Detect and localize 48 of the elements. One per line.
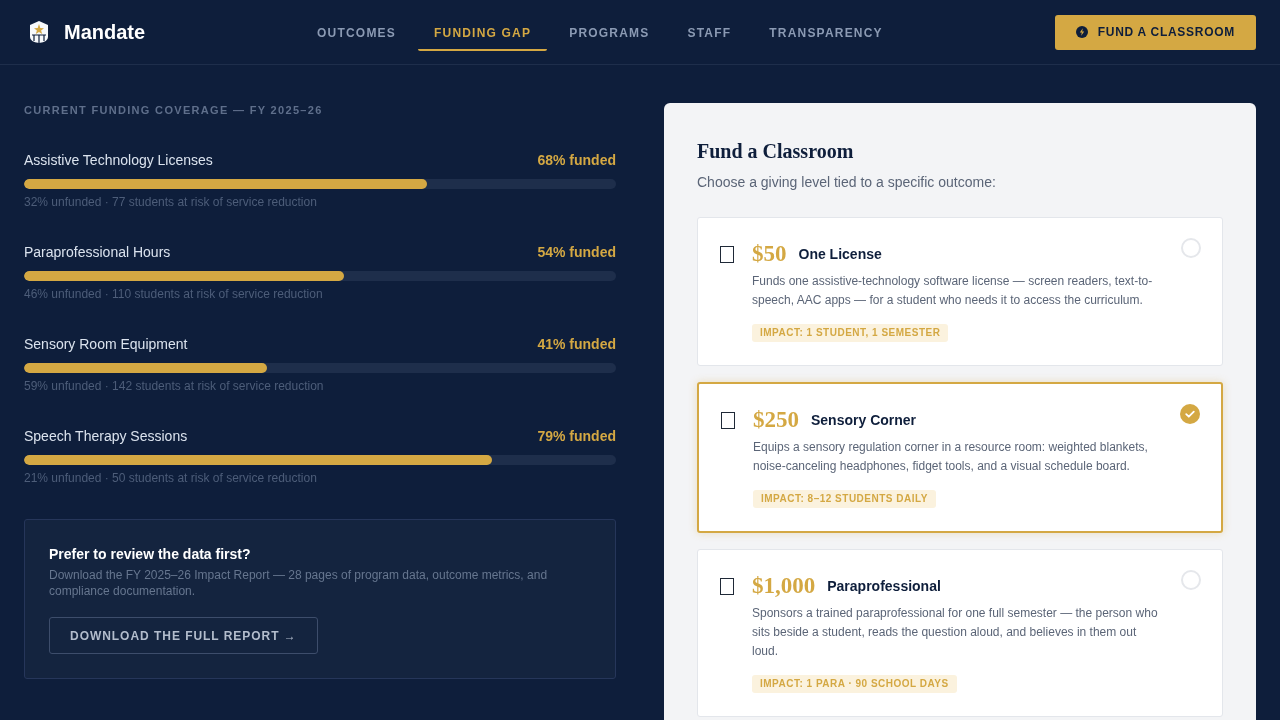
report-title: Prefer to review the data first? [49,545,251,564]
impact-tag: IMPACT: 8–12 STUDENTS DAILY [753,490,936,508]
nav-tab[interactable]: OUTCOMES [301,17,412,51]
funded-percent: 41% funded [537,335,616,354]
fund-classroom-button[interactable]: FUND A CLASSROOM [1054,14,1256,50]
radio-circle-icon[interactable] [1181,570,1201,590]
square-outline-icon [720,578,734,595]
option-description: Equips a sensory regulation corner in a resource room: weighted blankets, noise-canceling headphones, fidget tools, and a visual schedule board. [753,439,1149,475]
funded-percent: 79% funded [537,427,616,446]
giving-option-card[interactable]: $50 One License Funds one assistive-technology software license — screen readers, text-to-speech, AAC apps — for a student who needs it to access the curriculum. IMPACT: 1 STUDENT, 1 SEMESTER [697,217,1223,366]
square-outline-icon [720,246,734,263]
nav-tab[interactable]: TRANSPARENCY [753,17,899,51]
radio-circle-icon[interactable] [1181,238,1201,258]
category-name: Speech Therapy Sessions [24,427,188,446]
logo-icon [28,20,50,44]
giving-option-card[interactable] [697,549,1223,717]
report-description: Download the FY 2025–26 Impact Report — 28 pages of program data, outcome metrics, and compliance documentation. [49,567,549,599]
option-price: $50 [752,240,787,268]
panel-subtitle: Choose a giving level tied to a specific outcome: [697,173,997,191]
bolt-icon [1075,26,1088,38]
funded-percent: 68% funded [537,151,616,170]
option-description: Funds one assistive-technology software license — screen readers, text-to-speech, AAC apps — for a student who needs it to access the curriculum. [752,273,1154,309]
option-name: Paraprofessional [827,577,941,596]
option-price: $250 [753,406,799,434]
category-name: Assistive Technology Licenses [24,151,213,170]
download-report-button[interactable]: DOWNLOAD THE FULL REPORT → [49,617,318,654]
option-name: Sensory Corner [811,411,917,430]
unfunded-note: 46% unfunded · 110 students at risk of service reduction [24,286,324,302]
option-name: One License [798,245,882,264]
nav-tab[interactable]: STAFF [671,17,748,51]
impact-tag: IMPACT: 1 STUDENT, 1 SEMESTER [752,324,949,342]
brand-name[interactable]: Mandate [64,18,146,46]
funded-percent: 54% funded [537,243,616,262]
category-name: Sensory Room Equipment [24,335,188,354]
square-outline-icon [721,412,735,429]
unfunded-note: 32% unfunded · 77 students at risk of service reduction [24,194,318,210]
option-description: Sponsors a trained paraprofessional for one full semester — the person who sits beside a student, reads the question aloud, and believes in them out loud. [752,605,1159,660]
nav-tab[interactable]: PROGRAMS [553,17,666,51]
unfunded-note: 21% unfunded · 50 students at risk of service reduction [24,470,318,486]
giving-option-card[interactable]: $250 Sensory Corner Equips a sensory regulation corner in a resource room: weighted blankets, noise-canceling headphones, fidget tools, and a visual schedule board. IMPACT: 8–12 STUDENTS DAILY [697,382,1223,533]
impact-tag: IMPACT: 1 PARA · 90 SCHOOL DAYS [752,675,957,693]
panel-title: Fund a Classroom [697,139,855,164]
section-heading: CURRENT FUNDING COVERAGE — FY 2025–26 [24,103,324,117]
unfunded-note: 59% unfunded · 142 students at risk of service reduction [24,378,325,394]
option-price: $1,000 [752,572,816,600]
nav-tab[interactable]: FUNDING GAP [418,17,548,51]
check-circle-icon[interactable] [1180,404,1200,424]
category-name: Paraprofessional Hours [24,243,171,262]
